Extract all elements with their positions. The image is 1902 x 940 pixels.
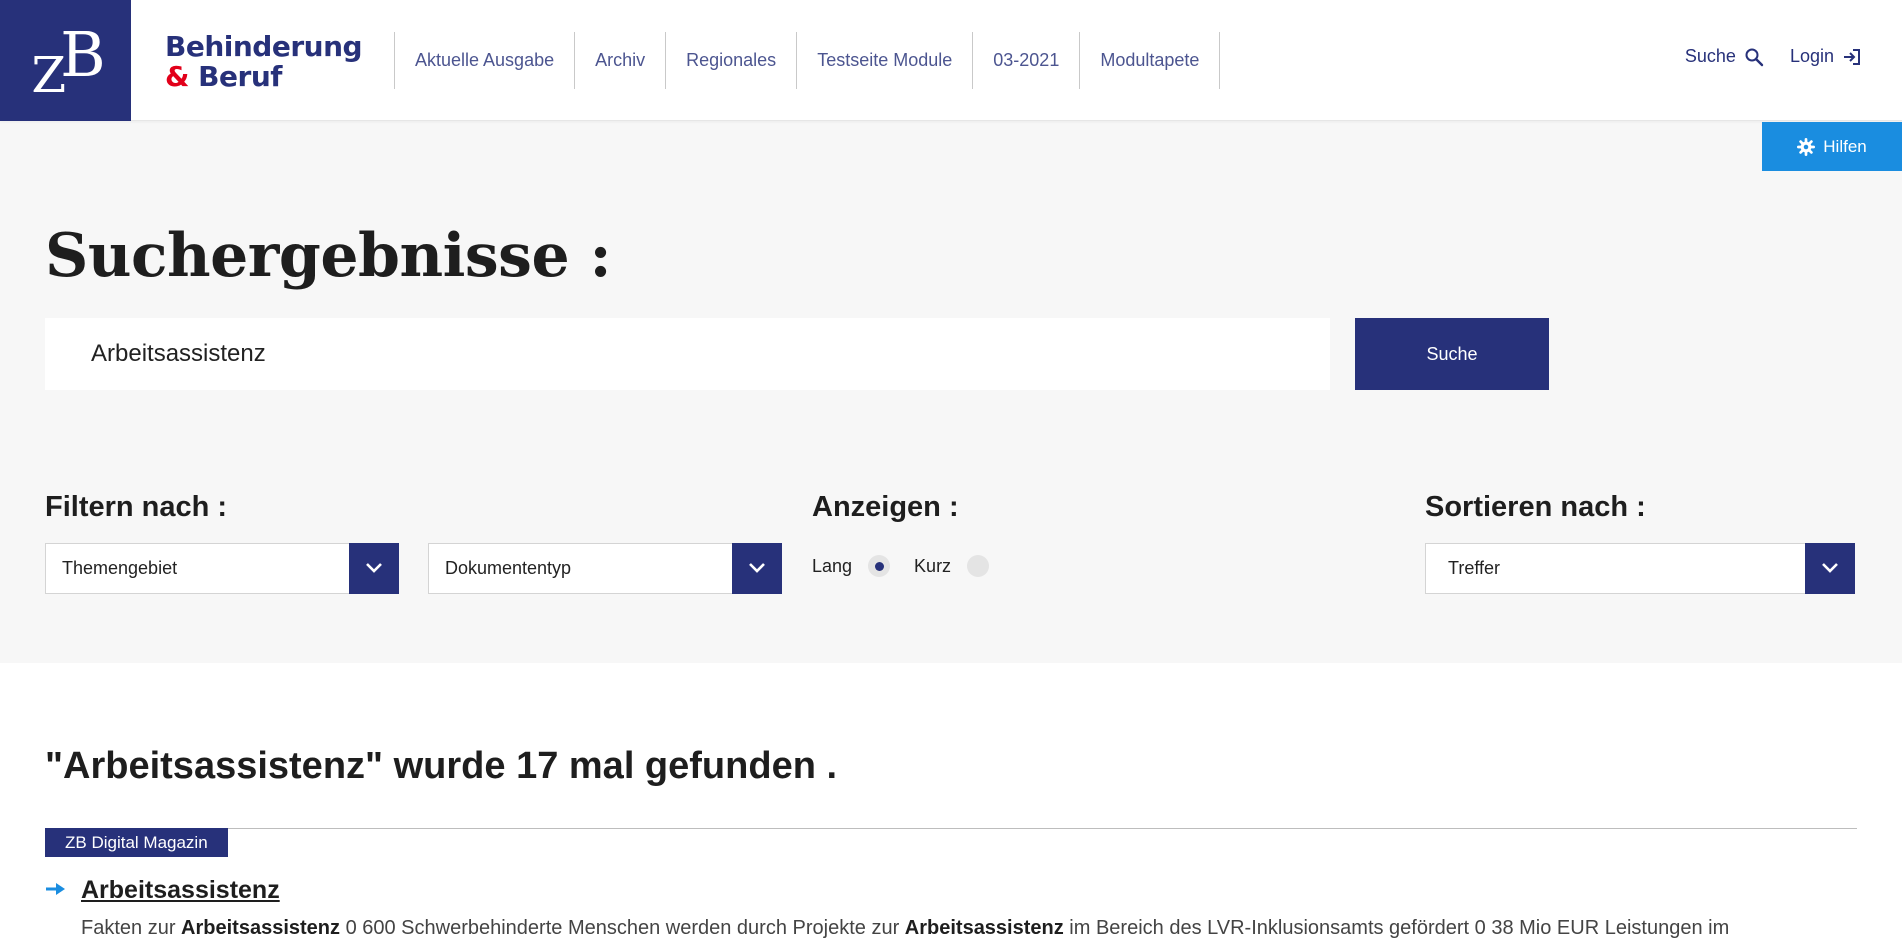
header-search-link[interactable]: Suche — [1685, 46, 1764, 67]
category-badge: ZB Digital Magazin — [45, 828, 228, 857]
topic-select[interactable]: Themengebiet — [45, 542, 399, 594]
results-divider — [45, 828, 1857, 829]
sort-select[interactable]: Treffer — [1425, 542, 1855, 594]
radio-checked-icon[interactable] — [868, 555, 891, 577]
sort-select-value: Treffer — [1448, 558, 1501, 578]
main-nav: Aktuelle Ausgabe Archiv Regionales Tests… — [394, 32, 1221, 89]
search-section: Suchergebnisse : Suche Filtern nach : Th… — [0, 121, 1902, 663]
nav-item-regionales[interactable]: Regionales — [666, 32, 798, 89]
brand-line-2: & Beruf — [165, 62, 362, 92]
header-login-link[interactable]: Login — [1790, 46, 1862, 67]
logo-letter-z: Z — [31, 45, 66, 104]
login-icon — [1844, 48, 1860, 65]
nav-item-testseite-module[interactable]: Testseite Module — [797, 32, 974, 89]
page-title: Suchergebnisse : — [45, 221, 612, 291]
display-option-kurz[interactable]: Kurz — [914, 555, 990, 577]
display-option-kurz-label: Kurz — [914, 555, 952, 576]
doctype-select[interactable]: Dokumententyp — [428, 542, 782, 594]
header-login-label: Login — [1789, 46, 1834, 66]
chevron-down-icon — [1805, 542, 1855, 594]
nav-item-aktuelle-ausgabe[interactable]: Aktuelle Ausgabe — [395, 32, 576, 89]
results-count-heading: "Arbeitsassistenz" wurde 17 mal gefunden… — [45, 745, 838, 787]
nav-item-03-2021[interactable]: 03-2021 — [973, 32, 1081, 89]
topic-select-value: Themengebiet — [62, 558, 178, 578]
logo-letter-b: B — [60, 18, 105, 91]
hilfen-button[interactable]: Hilfen — [1762, 122, 1902, 171]
brand-line-1: Behinderung — [165, 30, 363, 63]
chevron-down-icon — [732, 542, 782, 594]
arrow-right-icon — [46, 883, 65, 895]
search-icon — [1745, 48, 1764, 66]
brand-line-2-text: Beruf — [198, 60, 282, 93]
site-header: ZB Behinderung & Beruf Aktuelle Ausgabe … — [0, 0, 1902, 121]
filter-heading: Filtern nach : — [45, 491, 228, 523]
zb-logo[interactable]: ZB — [0, 0, 131, 121]
display-option-lang[interactable]: Lang — [812, 555, 891, 577]
brand-ampersand: & — [165, 60, 189, 93]
radio-unchecked-icon[interactable] — [967, 555, 990, 577]
hilfen-label: Hilfen — [1823, 136, 1867, 156]
sort-heading: Sortieren nach : — [1425, 491, 1646, 523]
nav-item-modultapete[interactable]: Modultapete — [1080, 32, 1221, 89]
display-radio-group: Lang Kurz — [812, 555, 1013, 577]
display-option-lang-label: Lang — [812, 555, 853, 576]
header-actions: Suche Login — [1685, 46, 1862, 67]
gear-icon — [1797, 137, 1816, 156]
nav-item-archiv[interactable]: Archiv — [575, 32, 667, 89]
display-heading: Anzeigen : — [812, 491, 959, 523]
brand-wordmark[interactable]: Behinderung & Beruf — [165, 30, 363, 92]
search-input[interactable] — [45, 318, 1330, 390]
result-snippet: Fakten zur Arbeitsassistenz 0 600 Schwer… — [81, 917, 1861, 940]
doctype-select-value: Dokumententyp — [445, 558, 572, 578]
search-button[interactable]: Suche — [1355, 318, 1549, 390]
header-search-label: Suche — [1684, 46, 1736, 66]
chevron-down-icon — [349, 542, 399, 594]
result-title-link[interactable]: Arbeitsassistenz — [81, 876, 280, 905]
